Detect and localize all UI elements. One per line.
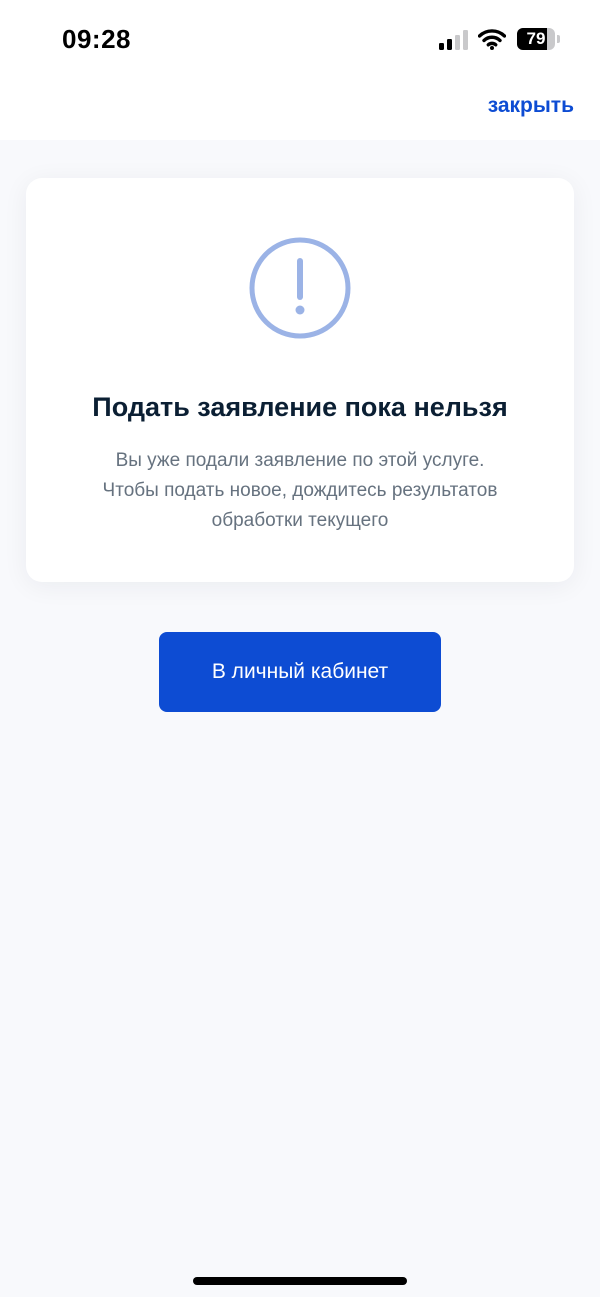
card-text-line-2: Чтобы подать новое, дождитесь результато… [102,480,498,501]
status-time: 09:28 [62,24,131,54]
battery-level: 79 [526,29,546,48]
message-card: Подать заявление пока нельзя Вы уже пода… [26,178,574,582]
card-description: Вы уже подали заявление по этой услуге. … [56,446,544,536]
battery-icon: 79 [517,28,561,50]
card-title: Подать заявление пока нельзя [92,392,508,422]
exclamation-circle-icon [249,237,351,339]
battery-tip [557,35,560,43]
battery-body: 79 [517,28,555,50]
signal-icon [439,30,468,50]
top-nav: закрыть [0,76,600,140]
card-text-line-1: Вы уже подали заявление по этой услуге. [115,450,485,471]
close-link[interactable]: закрыть [488,94,574,118]
status-bar: 09:28 79 [0,0,600,76]
personal-account-button[interactable]: В личный кабинет [159,632,441,712]
home-indicator [193,1277,407,1285]
wifi-icon [478,29,506,50]
card-text-line-3: обработки текущего [211,510,389,531]
